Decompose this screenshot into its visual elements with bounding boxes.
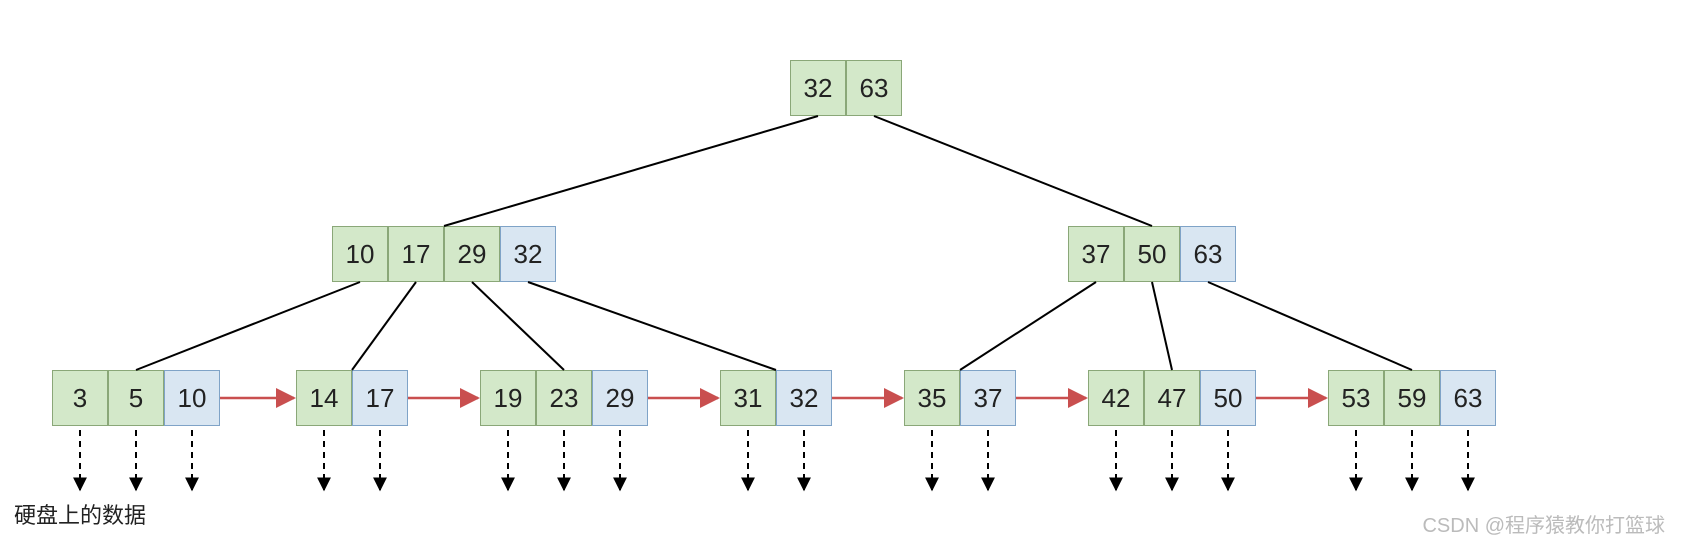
key: 32	[500, 226, 556, 282]
leaf-key: 47	[1144, 370, 1200, 426]
tree-edge	[960, 282, 1096, 370]
leaf-node: 31 32	[720, 370, 832, 426]
tree-edge	[352, 282, 416, 370]
tree-edge	[444, 116, 818, 226]
tree-edge	[472, 282, 564, 370]
key: 37	[1068, 226, 1124, 282]
disk-pointer-group	[80, 430, 1468, 490]
leaf-key: 14	[296, 370, 352, 426]
key: 10	[332, 226, 388, 282]
leaf-key: 32	[776, 370, 832, 426]
leaf-node: 42 47 50	[1088, 370, 1256, 426]
tree-edge	[528, 282, 776, 370]
leaf-key: 29	[592, 370, 648, 426]
leaf-node: 14 17	[296, 370, 408, 426]
tree-edge	[1208, 282, 1412, 370]
internal-node-left: 10 17 29 32	[332, 226, 556, 282]
leaf-key: 37	[960, 370, 1016, 426]
leaf-key: 50	[1200, 370, 1256, 426]
leaf-node: 35 37	[904, 370, 1016, 426]
leaf-key: 10	[164, 370, 220, 426]
leaf-key: 31	[720, 370, 776, 426]
csdn-watermark: CSDN @程序猿教你打篮球	[1422, 509, 1665, 538]
tree-edge	[136, 282, 360, 370]
leaf-key: 59	[1384, 370, 1440, 426]
leaf-node: 3 5 10	[52, 370, 220, 426]
leaf-key: 19	[480, 370, 536, 426]
leaf-key: 53	[1328, 370, 1384, 426]
key: 17	[388, 226, 444, 282]
root-key: 32	[790, 60, 846, 116]
leaf-node: 19 23 29	[480, 370, 648, 426]
root-key: 63	[846, 60, 902, 116]
key: 63	[1180, 226, 1236, 282]
leaf-key: 17	[352, 370, 408, 426]
leaf-key: 5	[108, 370, 164, 426]
key: 50	[1124, 226, 1180, 282]
leaf-key: 63	[1440, 370, 1496, 426]
internal-node-right: 37 50 63	[1068, 226, 1236, 282]
key: 29	[444, 226, 500, 282]
tree-edge	[1152, 282, 1172, 370]
leaf-key: 3	[52, 370, 108, 426]
leaf-node: 53 59 63	[1328, 370, 1496, 426]
disk-data-label: 硬盘上的数据	[14, 498, 146, 530]
root-node: 32 63	[790, 60, 902, 116]
leaf-key: 42	[1088, 370, 1144, 426]
leaf-key: 23	[536, 370, 592, 426]
leaf-key: 35	[904, 370, 960, 426]
tree-edge	[874, 116, 1152, 226]
